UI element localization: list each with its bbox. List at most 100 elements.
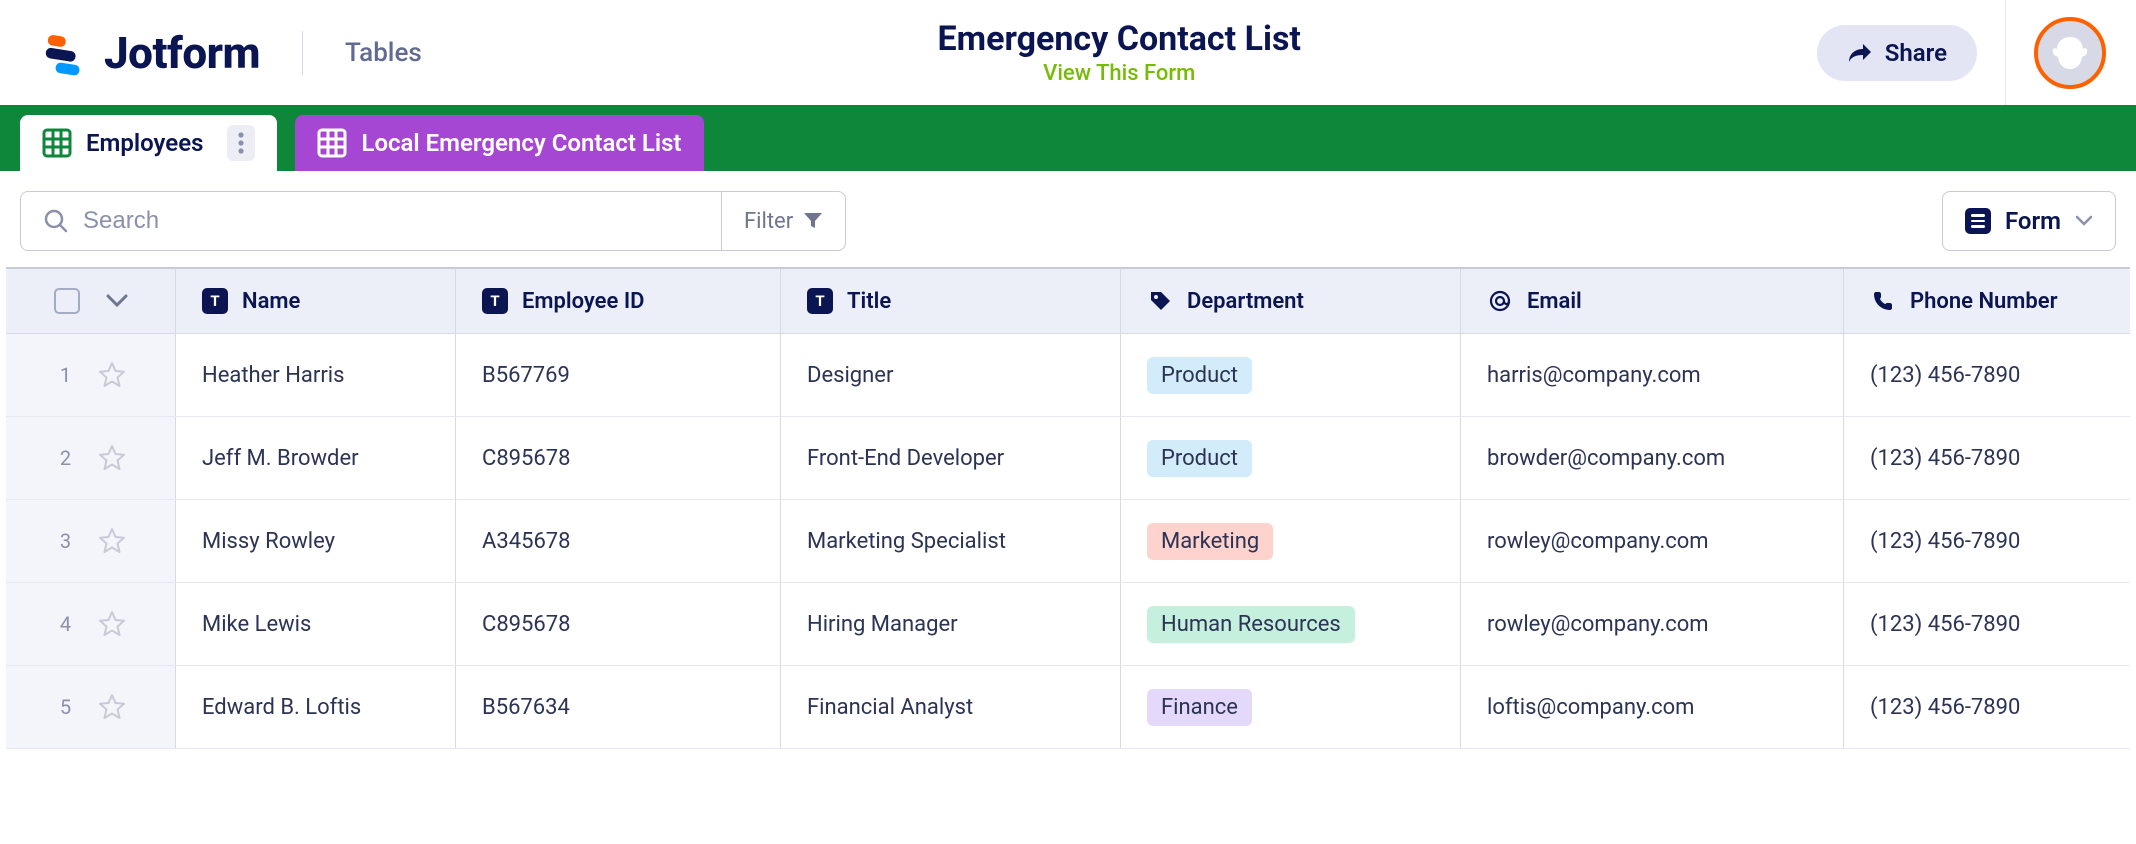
search-input[interactable] — [83, 207, 699, 235]
row-number: 5 — [55, 695, 77, 719]
at-icon — [1487, 288, 1513, 314]
star-icon[interactable] — [97, 360, 127, 390]
col-email[interactable]: Email — [1461, 269, 1844, 333]
col-title[interactable]: T Title — [781, 269, 1121, 333]
view-form-link[interactable]: View This Form — [422, 61, 1817, 86]
cell-department[interactable]: Product — [1121, 334, 1461, 416]
tab-strip: Employees Local Emergency Contact List — [0, 105, 2136, 171]
table-row[interactable]: 2 Jeff M. BrowderC895678Front-End Develop… — [6, 417, 2130, 500]
col-label: Name — [242, 289, 300, 314]
cell-department[interactable]: Finance — [1121, 666, 1461, 748]
cell-name[interactable]: Jeff M. Browder — [176, 417, 456, 499]
section-label[interactable]: Tables — [345, 38, 422, 68]
cell-name[interactable]: Mike Lewis — [176, 583, 456, 665]
cell-phone[interactable]: (123) 456-7890 — [1844, 583, 2130, 665]
header-divider — [302, 31, 303, 75]
col-name[interactable]: T Name — [176, 269, 456, 333]
cell-email[interactable]: rowley@company.com — [1461, 500, 1844, 582]
filter-icon — [803, 212, 823, 230]
cell-phone[interactable]: (123) 456-7890 — [1844, 500, 2130, 582]
dept-tag: Product — [1147, 440, 1252, 477]
select-all-checkbox[interactable] — [54, 288, 80, 314]
row-index-cell: 2 — [6, 417, 176, 499]
avatar[interactable] — [2034, 17, 2106, 89]
col-employee-id[interactable]: T Employee ID — [456, 269, 781, 333]
filter-label: Filter — [744, 209, 793, 234]
cell-name[interactable]: Edward B. Loftis — [176, 666, 456, 748]
tab-more-icon[interactable] — [227, 125, 255, 161]
row-index-cell: 3 — [6, 500, 176, 582]
row-number: 2 — [55, 446, 77, 470]
search-box[interactable] — [21, 192, 721, 250]
star-icon[interactable] — [97, 692, 127, 722]
table-row[interactable]: 1 Heather HarrisB567769Designer Product har… — [6, 334, 2130, 417]
cell-title[interactable]: Financial Analyst — [781, 666, 1121, 748]
cell-phone[interactable]: (123) 456-7890 — [1844, 334, 2130, 416]
tab-local-emergency[interactable]: Local Emergency Contact List — [295, 115, 703, 171]
cell-email[interactable]: rowley@company.com — [1461, 583, 1844, 665]
dept-tag: Product — [1147, 357, 1252, 394]
tag-icon — [1147, 288, 1173, 314]
cell-email[interactable]: browder@company.com — [1461, 417, 1844, 499]
jotform-logo[interactable]: Jotform — [40, 27, 260, 79]
share-button[interactable]: Share — [1817, 25, 1977, 81]
table-body: 1 Heather HarrisB567769Designer Product har… — [6, 334, 2130, 749]
cell-employee-id[interactable]: B567634 — [456, 666, 781, 748]
col-label: Department — [1187, 289, 1304, 314]
form-view-button[interactable]: Form — [1942, 191, 2116, 251]
header-vdivider — [2005, 0, 2006, 105]
dept-tag: Human Resources — [1147, 606, 1355, 643]
text-type-icon: T — [202, 288, 228, 314]
form-icon — [1965, 208, 1991, 234]
text-type-icon: T — [482, 288, 508, 314]
tab-label: Employees — [86, 129, 203, 157]
cell-email[interactable]: loftis@company.com — [1461, 666, 1844, 748]
col-label: Email — [1527, 289, 1582, 314]
table-row[interactable]: 3 Missy RowleyA345678Marketing Specialist… — [6, 500, 2130, 583]
col-phone[interactable]: Phone Number — [1844, 269, 2130, 333]
form-label: Form — [2005, 207, 2061, 235]
cell-employee-id[interactable]: B567769 — [456, 334, 781, 416]
cell-department[interactable]: Product — [1121, 417, 1461, 499]
cell-title[interactable]: Front-End Developer — [781, 417, 1121, 499]
share-icon — [1847, 42, 1873, 64]
dept-tag: Finance — [1147, 689, 1252, 726]
row-number: 1 — [55, 363, 77, 387]
brand-wrap: Jotform Tables — [40, 27, 422, 79]
row-number: 3 — [55, 529, 77, 553]
cell-department[interactable]: Marketing — [1121, 500, 1461, 582]
grid-icon — [317, 128, 347, 158]
search-icon — [43, 208, 69, 234]
cell-phone[interactable]: (123) 456-7890 — [1844, 417, 2130, 499]
chevron-down-icon — [2075, 215, 2093, 227]
col-department[interactable]: Department — [1121, 269, 1461, 333]
tab-employees[interactable]: Employees — [20, 115, 277, 171]
share-label: Share — [1885, 39, 1947, 67]
cell-phone[interactable]: (123) 456-7890 — [1844, 666, 2130, 748]
row-number: 4 — [55, 612, 77, 636]
col-label: Phone Number — [1910, 289, 2058, 314]
cell-department[interactable]: Human Resources — [1121, 583, 1461, 665]
app-header: Jotform Tables Emergency Contact List Vi… — [0, 0, 2136, 105]
star-icon[interactable] — [97, 526, 127, 556]
cell-employee-id[interactable]: C895678 — [456, 583, 781, 665]
filter-button[interactable]: Filter — [722, 192, 845, 250]
cell-name[interactable]: Heather Harris — [176, 334, 456, 416]
col-select — [6, 269, 176, 333]
page-title: Emergency Contact List — [422, 19, 1817, 59]
star-icon[interactable] — [97, 609, 127, 639]
cell-employee-id[interactable]: C895678 — [456, 417, 781, 499]
cell-employee-id[interactable]: A345678 — [456, 500, 781, 582]
cell-title[interactable]: Designer — [781, 334, 1121, 416]
star-icon[interactable] — [97, 443, 127, 473]
chevron-down-icon[interactable] — [106, 294, 128, 308]
cell-name[interactable]: Missy Rowley — [176, 500, 456, 582]
cell-title[interactable]: Marketing Specialist — [781, 500, 1121, 582]
table-row[interactable]: 4 Mike LewisC895678Hiring Manager Human Re… — [6, 583, 2130, 666]
jotform-mark-icon — [40, 29, 88, 77]
cell-email[interactable]: harris@company.com — [1461, 334, 1844, 416]
cell-title[interactable]: Hiring Manager — [781, 583, 1121, 665]
title-block: Emergency Contact List View This Form — [422, 19, 1817, 86]
dept-tag: Marketing — [1147, 523, 1273, 560]
table-row[interactable]: 5 Edward B. LoftisB567634Financial Analys… — [6, 666, 2130, 749]
